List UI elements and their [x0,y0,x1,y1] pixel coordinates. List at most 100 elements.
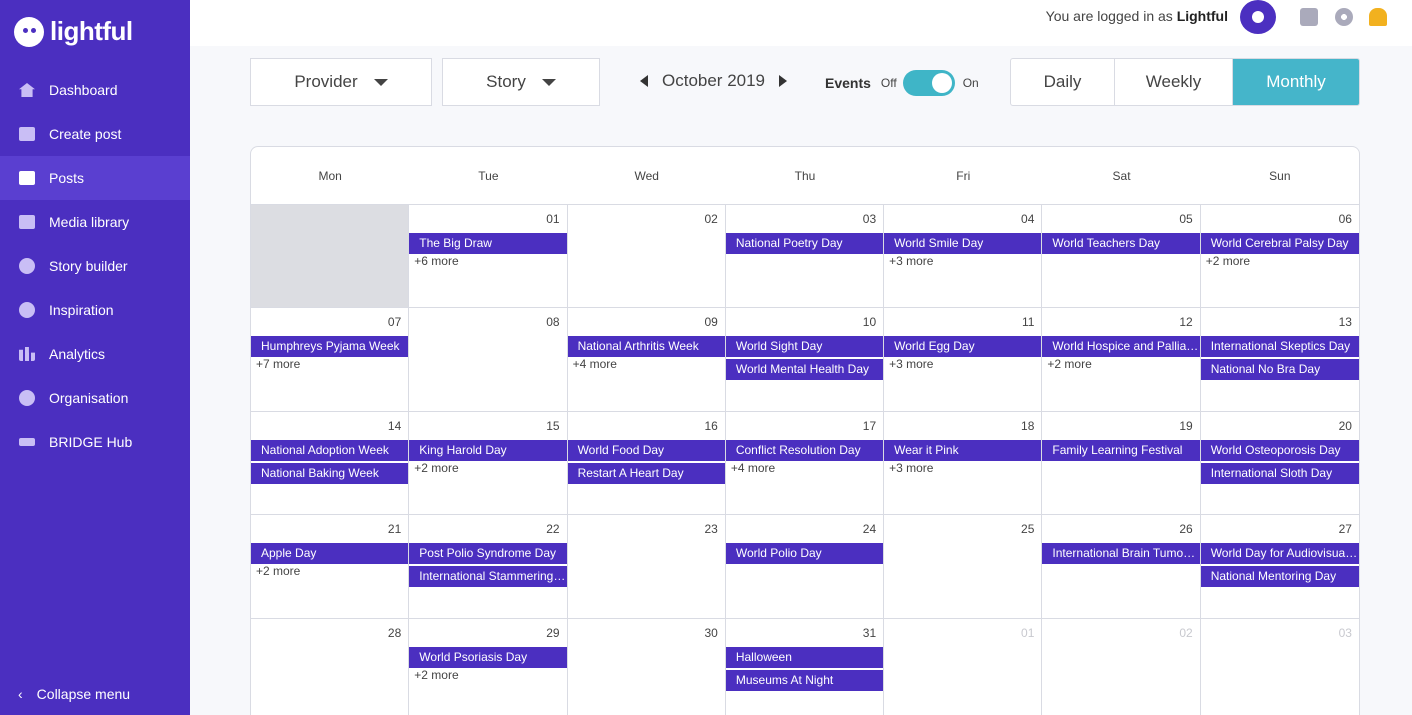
calendar-day-cell[interactable]: 14 National Adoption Week National Baking … [251,412,410,514]
calendar-day-cell[interactable]: 19 Family Learning Festival [1042,412,1201,514]
monthly-view-button[interactable]: Monthly [1233,59,1359,105]
event-chip[interactable]: National Adoption Week [251,440,409,461]
calendar-day-cell[interactable]: 20 World Osteoporosis Day International Sl… [1200,412,1359,514]
event-chip[interactable]: National No Bra Day [1200,359,1359,380]
event-chip[interactable]: Post Polio Syndrome Day [409,543,567,564]
calendar-day-cell[interactable]: 09 National Arthritis Week +4 more [567,308,726,411]
sidebar-item-bridge-hub[interactable]: BRIDGE Hub [0,420,190,464]
calendar-day-cell[interactable] [251,205,410,307]
more-events-link[interactable]: +3 more [889,461,933,475]
event-chip[interactable]: International Stammering Awareness Day [409,566,567,587]
calendar-day-cell[interactable]: 03 National Poetry Day [725,205,885,307]
calendar-day-cell[interactable]: 03 [1201,619,1359,715]
calendar-day-cell[interactable]: 17 Conflict Resolution Day +4 more [725,412,885,514]
event-chip[interactable]: World Day for Audiovisual Heritage [1200,543,1359,564]
calendar-day-cell[interactable]: 31 Halloween Museums At Night [725,619,885,715]
lightful-logo[interactable]: lightful [14,16,133,47]
calendar-day-cell[interactable]: 16 World Food Day Restart A Heart Day [567,412,726,514]
next-month-icon[interactable] [779,75,788,87]
sidebar-item-create-post[interactable]: Create post [0,112,190,156]
calendar-day-cell[interactable]: 10 World Sight Day World Mental Health Day [725,308,885,411]
event-chip[interactable]: Humphreys Pyjama Week [251,336,409,357]
calendar-day-cell[interactable]: 04 World Smile Day +3 more [884,205,1043,307]
calendar-day-cell[interactable]: 27 World Day for Audiovisual HeritageNati… [1200,515,1359,618]
collapse-menu-button[interactable]: ‹ Collapse menu [18,686,130,702]
event-chip[interactable]: National Arthritis Week [567,336,725,357]
calendar-day-cell[interactable]: 06 World Cerebral Palsy Day +2 more [1200,205,1359,307]
event-chip[interactable]: King Harold Day [409,440,567,461]
more-events-link[interactable]: +2 more [414,461,458,475]
chat-icon[interactable] [1300,8,1318,26]
calendar-day-cell[interactable]: 01 [884,619,1043,715]
calendar-day-cell[interactable]: 12 World Hospice and Palliative Care Day+… [1042,308,1201,411]
calendar-day-cell[interactable]: 26 International Brain Tumour Awareness W… [1042,515,1201,618]
calendar-day-cell[interactable]: 08 [409,308,568,411]
sidebar-item-story-builder[interactable]: Story builder [0,244,190,288]
event-chip[interactable]: World Cerebral Palsy Day [1200,233,1359,254]
more-events-link[interactable]: +2 more [256,564,300,578]
more-events-link[interactable]: +3 more [889,254,933,268]
event-chip[interactable]: World Psoriasis Day [409,647,567,668]
sidebar-item-organisation[interactable]: Organisation [0,376,190,420]
event-chip[interactable]: Conflict Resolution Day [725,440,884,461]
event-chip[interactable]: International Brain Tumour Awareness Wee… [1042,543,1200,564]
calendar-day-cell[interactable]: 22 Post Polio Syndrome Day International S… [409,515,568,618]
more-events-link[interactable]: +2 more [1047,357,1091,371]
calendar-day-cell[interactable]: 24 World Polio Day [725,515,885,618]
provider-dropdown[interactable]: Provider [250,58,432,106]
calendar-day-cell[interactable]: 01 The Big Draw +6 more [409,205,568,307]
story-dropdown[interactable]: Story [442,58,600,106]
event-chip[interactable]: World Teachers Day [1042,233,1200,254]
event-chip[interactable]: World Sight Day [725,336,884,357]
sidebar-item-inspiration[interactable]: Inspiration [0,288,190,332]
event-chip[interactable]: World Smile Day [884,233,1042,254]
event-chip[interactable]: Apple Day [251,543,409,564]
calendar-day-cell[interactable]: 29 World Psoriasis Day +2 more [409,619,568,715]
calendar-day-cell[interactable]: 07 Humphreys Pyjama Week +7 more [251,308,410,411]
calendar-day-cell[interactable]: 18 Wear it Pink +3 more [884,412,1043,514]
event-chip[interactable]: Restart A Heart Day [567,463,725,484]
calendar-day-cell[interactable]: 23 [568,515,726,618]
calendar-day-cell[interactable]: 02 [1042,619,1201,715]
event-chip[interactable]: World Egg Day [884,336,1042,357]
event-chip[interactable]: World Osteoporosis Day [1200,440,1359,461]
daily-view-button[interactable]: Daily [1011,59,1115,105]
calendar-day-cell[interactable]: 11 World Egg Day +3 more [884,308,1043,411]
gear-icon[interactable] [1335,8,1353,26]
event-chip[interactable]: World Mental Health Day [725,359,884,380]
weekly-view-button[interactable]: Weekly [1115,59,1233,105]
event-chip[interactable]: National Mentoring Day [1200,566,1359,587]
bell-icon[interactable] [1369,8,1387,26]
event-chip[interactable]: International Skeptics Day [1200,336,1359,357]
event-chip[interactable]: Museums At Night [725,670,884,691]
event-chip[interactable]: National Baking Week [251,463,409,484]
event-chip[interactable]: National Poetry Day [725,233,884,254]
calendar-day-cell[interactable]: 21 Apple Day +2 more [251,515,410,618]
event-chip[interactable]: Family Learning Festival [1042,440,1200,461]
more-events-link[interactable]: +2 more [1206,254,1250,268]
more-events-link[interactable]: +2 more [414,668,458,682]
event-chip[interactable]: Wear it Pink [884,440,1042,461]
events-toggle[interactable] [902,70,955,96]
more-events-link[interactable]: +3 more [889,357,933,371]
event-chip[interactable]: Halloween [725,647,884,668]
calendar-day-cell[interactable]: 05 World Teachers Day [1042,205,1201,307]
event-chip[interactable]: International Sloth Day [1200,463,1359,484]
calendar-day-cell[interactable]: 15 King Harold Day +2 more [409,412,568,514]
more-events-link[interactable]: +7 more [256,357,300,371]
sidebar-item-media-library[interactable]: Media library [0,200,190,244]
event-chip[interactable]: The Big Draw [409,233,567,254]
event-chip[interactable]: World Polio Day [725,543,884,564]
event-chip[interactable]: World Food Day [567,440,725,461]
more-events-link[interactable]: +6 more [414,254,458,268]
calendar-day-cell[interactable]: 25 [884,515,1043,618]
calendar-day-cell[interactable]: 02 [568,205,726,307]
calendar-day-cell[interactable]: 30 [568,619,726,715]
prev-month-icon[interactable] [640,75,648,87]
avatar[interactable] [1240,0,1276,34]
sidebar-item-analytics[interactable]: Analytics [0,332,190,376]
calendar-day-cell[interactable]: 13 International Skeptics Day National No … [1200,308,1359,411]
more-events-link[interactable]: +4 more [731,461,775,475]
sidebar-item-posts[interactable]: Posts [0,156,190,200]
sidebar-item-dashboard[interactable]: Dashboard [0,68,190,112]
